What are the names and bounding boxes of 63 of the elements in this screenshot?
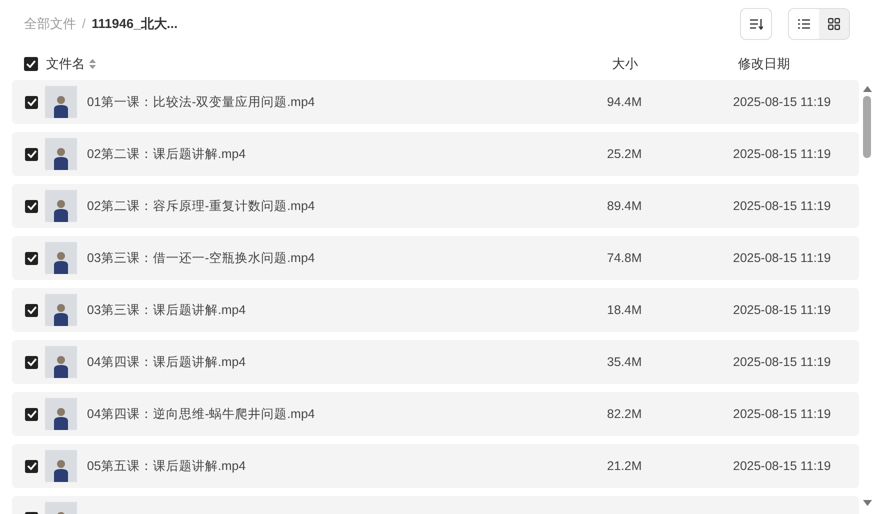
person-silhouette-icon <box>53 94 69 118</box>
row-checkbox[interactable] <box>25 408 38 420</box>
file-name[interactable]: 01第一课：比较法-双变量应用问题.mp4 <box>87 92 607 112</box>
file-row[interactable]: 04第四课：课后题讲解.mp4 35.4M 2025-08-15 11:19 <box>12 340 859 384</box>
file-row[interactable]: 01第一课：比较法-双变量应用问题.mp4 94.4M 2025-08-15 11:19 <box>12 80 859 124</box>
column-header[interactable]: 修改日期 <box>738 54 790 74</box>
file-size: 25.2M <box>607 146 643 163</box>
modified-date: 2025-08-15 11:19 <box>733 94 831 111</box>
list-icon <box>798 19 810 29</box>
modified-date: 2025-08-15 11:19 <box>733 354 831 371</box>
grid-icon <box>828 18 840 30</box>
modified-date: 2025-08-15 11:19 <box>733 302 831 319</box>
row-checkbox[interactable] <box>25 304 38 316</box>
file-size: 82.2M <box>607 406 643 423</box>
file-name[interactable]: 02第二课：课后题讲解.mp4 <box>87 144 607 164</box>
file-name[interactable]: 04第四课：逆向思维-蜗牛爬井问题.mp4 <box>87 404 607 424</box>
modified-date: 2025-08-15 11:19 <box>733 146 831 163</box>
sort-icon <box>749 18 763 30</box>
person-silhouette-icon <box>53 146 69 170</box>
row-checkbox[interactable] <box>25 252 38 264</box>
file-row[interactable]: 02第二课：容斥原理-重复计数问题.mp4 89.4M 2025-08-15 11:19 <box>12 184 859 228</box>
sort-arrows-icon <box>89 59 96 69</box>
row-checkbox[interactable] <box>25 200 38 212</box>
file-size: 18.4M <box>607 302 643 319</box>
row-checkbox[interactable] <box>25 460 38 472</box>
modified-date: 2025-08-15 11:19 <box>733 198 831 215</box>
file-name[interactable]: 04第四课：课后题讲解.mp4 <box>87 352 607 372</box>
file-row[interactable]: 03第三课：课后题讲解.mp4 18.4M 2025-08-15 11:19 <box>12 288 859 332</box>
file-name[interactable]: 05第五课：课后题讲解.mp4 <box>87 456 607 476</box>
row-checkbox[interactable] <box>25 148 38 160</box>
file-size: 94.4M <box>607 94 643 111</box>
modified-date: 2025-08-15 11:19 <box>733 458 831 475</box>
modified-date: 2025-08-15 11:19 <box>733 250 831 267</box>
modified-date: 2025-08-15 11:19 <box>733 406 831 423</box>
person-silhouette-icon <box>53 302 69 326</box>
person-silhouette-icon <box>53 458 69 482</box>
breadcrumb-current[interactable]: 111946_北大... <box>92 14 178 34</box>
scroll-up-icon[interactable] <box>862 86 872 92</box>
column-header[interactable]: 文件名 <box>46 54 85 74</box>
person-silhouette-icon <box>53 406 69 430</box>
column-header[interactable]: 大小 <box>612 54 738 74</box>
person-silhouette-icon <box>53 354 69 378</box>
person-silhouette-icon <box>53 198 69 222</box>
sort-button[interactable] <box>740 8 772 40</box>
file-size: 89.4M <box>607 198 643 215</box>
file-row[interactable]: 05第五课：课后题讲解.mp4 21.2M 2025-08-15 11:19 <box>12 444 859 488</box>
breadcrumb-separator: / <box>82 15 86 34</box>
file-row[interactable]: 03第三课：借一还一-空瓶换水问题.mp4 74.8M 2025-08-15 11:19 <box>12 236 859 280</box>
row-checkbox[interactable] <box>25 96 38 108</box>
file-row[interactable]: 02第二课：课后题讲解.mp4 25.2M 2025-08-15 11:19 <box>12 132 859 176</box>
file-size: 74.8M <box>607 250 643 267</box>
scroll-down-icon[interactable] <box>862 500 872 506</box>
file-name[interactable]: 02第二课：容斥原理-重复计数问题.mp4 <box>87 196 607 216</box>
row-checkbox[interactable] <box>25 356 38 368</box>
file-size: 35.4M <box>607 354 643 371</box>
file-size: 21.2M <box>607 458 643 475</box>
file-name[interactable]: 03第三课：课后题讲解.mp4 <box>87 300 607 320</box>
person-silhouette-icon <box>53 250 69 274</box>
scrollbar-thumb[interactable] <box>863 96 871 158</box>
list-view-button[interactable] <box>789 9 819 39</box>
file-name[interactable]: 03第三课：借一还一-空瓶换水问题.mp4 <box>87 248 607 268</box>
file-row[interactable]: 04第四课：逆向思维-蜗牛爬井问题.mp4 82.2M 2025-08-15 11:19 <box>12 392 859 436</box>
select-all-checkbox[interactable] <box>24 57 38 71</box>
